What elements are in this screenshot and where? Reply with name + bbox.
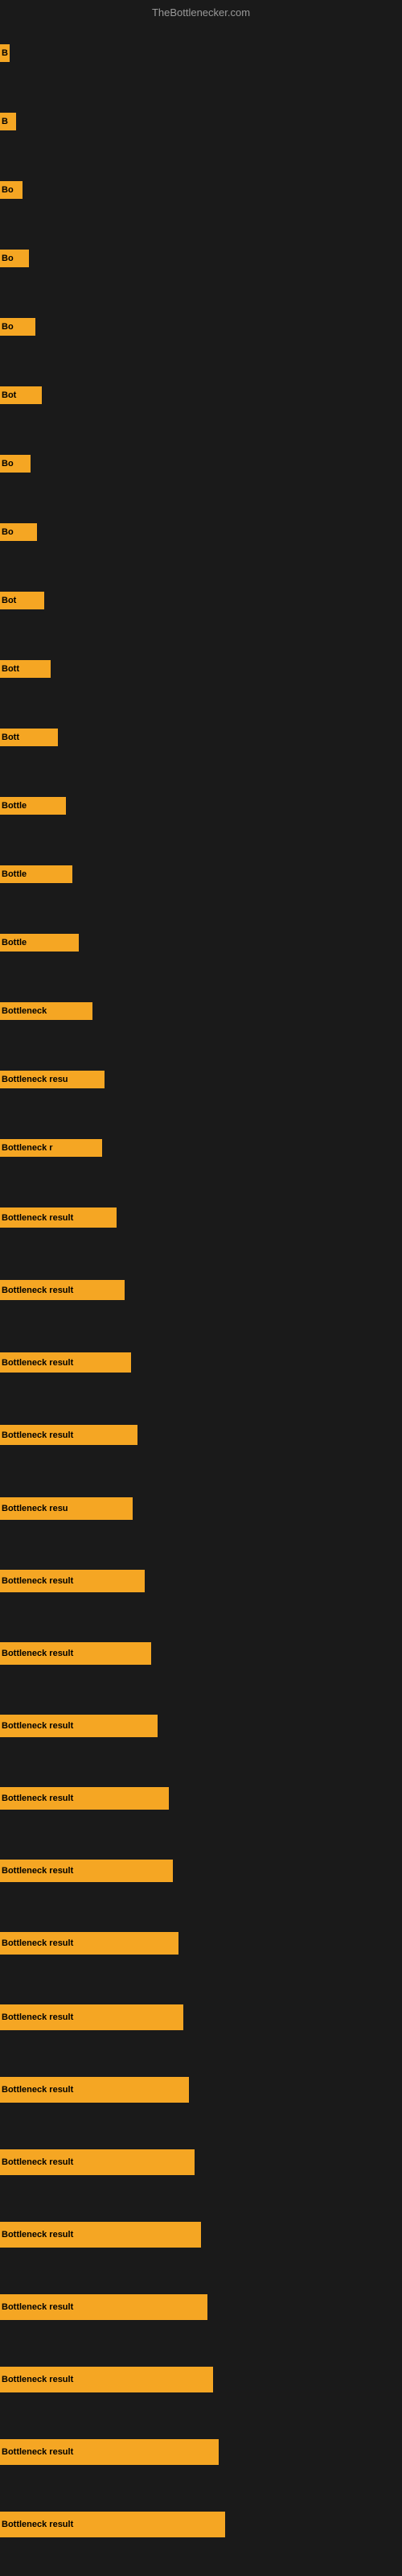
bar-label: Bo (2, 185, 14, 195)
bar-label: Bottleneck result (2, 1721, 73, 1731)
bar-item: Bottleneck result (0, 1787, 169, 1810)
bar-item: Bottleneck result (0, 1715, 158, 1737)
bar-label: Bottleneck result (2, 1286, 73, 1295)
bar-item: Bottleneck result (0, 1425, 137, 1445)
bar-item: Bottleneck result (0, 1642, 151, 1665)
bar-label: Bottleneck result (2, 2230, 73, 2240)
bar-label: Bottleneck result (2, 1938, 73, 1948)
bar-item: Bo (0, 318, 35, 336)
bar-item: Bott (0, 660, 51, 678)
bar-item: B (0, 44, 10, 62)
bar-item: Bot (0, 592, 44, 609)
bar-label: Bott (2, 733, 19, 742)
bar-label: Bo (2, 322, 14, 332)
bar-label: Bottleneck result (2, 2013, 73, 2022)
bar-label: Bottleneck resu (2, 1075, 68, 1084)
bar-item: Bottleneck result (0, 2149, 195, 2175)
bar-item: Bottleneck result (0, 2222, 201, 2248)
bar-label: Bottleneck result (2, 2447, 73, 2457)
bar-label: Bottleneck result (2, 1866, 73, 1876)
bar-label: Bottleneck result (2, 1430, 73, 1440)
bar-label: Bottleneck result (2, 1649, 73, 1658)
bar-label: Bot (2, 596, 16, 605)
bar-label: Bo (2, 254, 14, 263)
bar-label: B (2, 117, 8, 126)
bar-item: Bottleneck resu (0, 1071, 105, 1088)
bar-label: Bottleneck result (2, 2520, 73, 2529)
bar-item: Bottleneck result (0, 1352, 131, 1373)
bar-label: Bot (2, 390, 16, 400)
bar-item: Bottleneck result (0, 1280, 125, 1300)
bar-label: Bo (2, 527, 14, 537)
bar-item: Bottleneck (0, 1002, 92, 1020)
bar-label: Bottleneck result (2, 1794, 73, 1803)
bar-label: Bottle (2, 938, 27, 947)
bar-item: Bottle (0, 934, 79, 952)
bar-item: Bottleneck r (0, 1139, 102, 1157)
site-title: TheBottlenecker.com (152, 6, 250, 19)
bar-item: Bottleneck result (0, 1932, 178, 1955)
bar-label: Bottleneck result (2, 1213, 73, 1223)
bar-label: Bo (2, 459, 14, 469)
bar-item: Bo (0, 250, 29, 267)
bar-item: Bottleneck result (0, 2294, 207, 2320)
bar-item: Bottleneck result (0, 2367, 213, 2392)
bar-item: Bottleneck result (0, 1570, 145, 1592)
bar-label: Bottleneck result (2, 2085, 73, 2095)
bar-label: Bottle (2, 869, 27, 879)
bar-item: Bot (0, 386, 42, 404)
bar-item: Bottleneck result (0, 2077, 189, 2103)
bar-item: Bottle (0, 865, 72, 883)
bar-item: B (0, 113, 16, 130)
bar-item: Bo (0, 181, 23, 199)
bar-label: B (2, 48, 8, 58)
bar-label: Bottleneck result (2, 2375, 73, 2384)
bar-item: Bo (0, 455, 31, 473)
bar-label: Bottleneck r (2, 1143, 53, 1153)
bar-label: Bottleneck resu (2, 1504, 68, 1513)
bar-label: Bott (2, 664, 19, 674)
bar-label: Bottleneck (2, 1006, 47, 1016)
bar-item: Bottleneck resu (0, 1497, 133, 1520)
bar-item: Bottleneck result (0, 2004, 183, 2030)
bar-item: Bott (0, 729, 58, 746)
bar-item: Bottleneck result (0, 2439, 219, 2465)
bar-label: Bottle (2, 801, 27, 811)
bar-item: Bottleneck result (0, 2512, 225, 2537)
bar-label: Bottleneck result (2, 2302, 73, 2312)
bar-item: Bo (0, 523, 37, 541)
bar-label: Bottleneck result (2, 1358, 73, 1368)
bar-label: Bottleneck result (2, 1576, 73, 1586)
bar-item: Bottle (0, 797, 66, 815)
bar-label: Bottleneck result (2, 2157, 73, 2167)
bar-item: Bottleneck result (0, 1208, 117, 1228)
bar-item: Bottleneck result (0, 1860, 173, 1882)
